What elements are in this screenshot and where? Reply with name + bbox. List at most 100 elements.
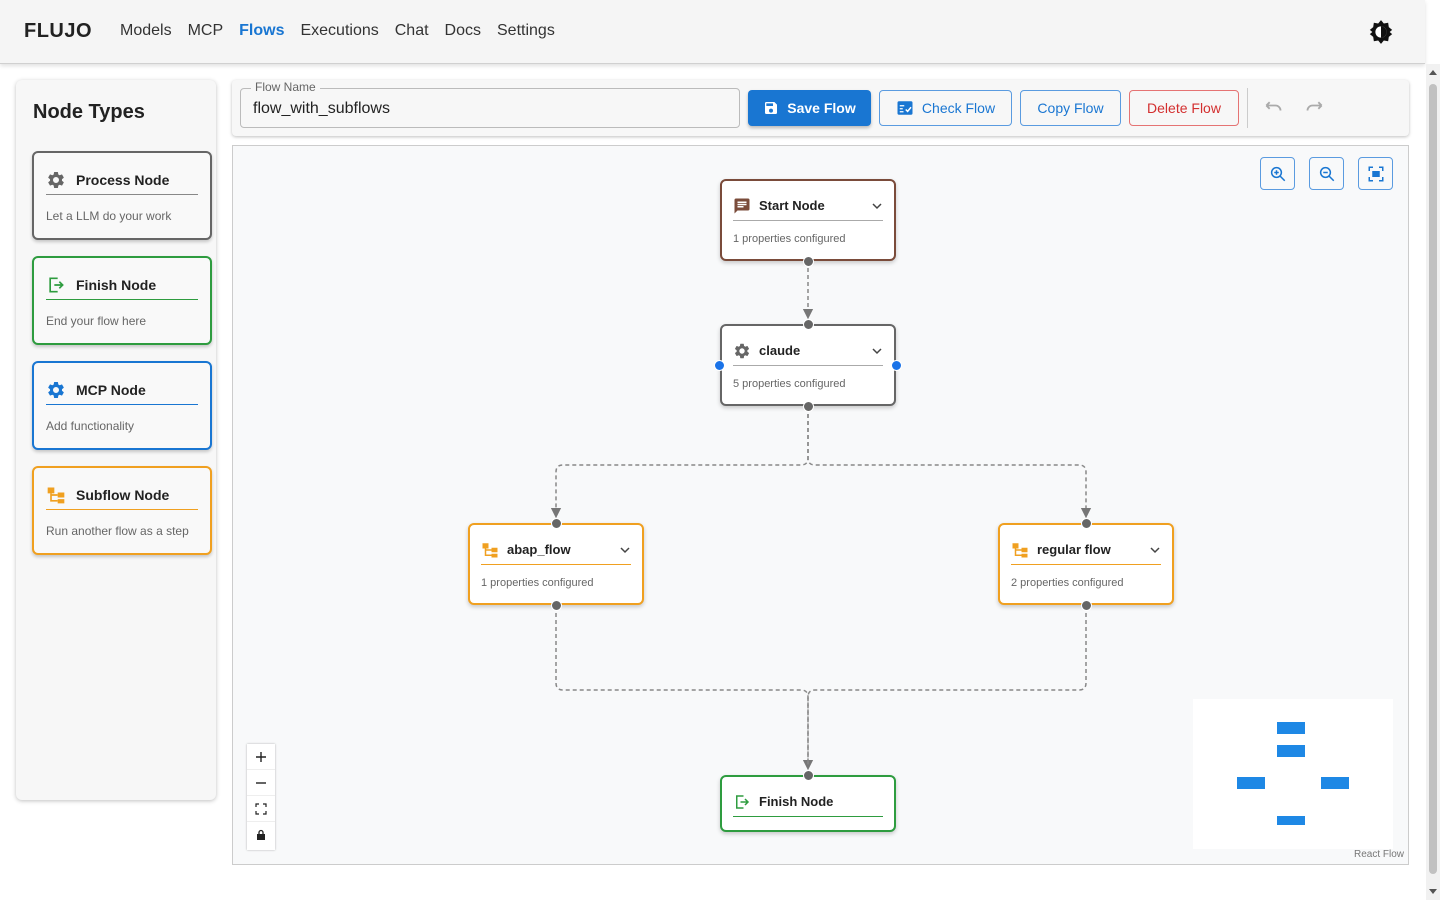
edge-regular-finish[interactable] [807, 606, 1087, 765]
gear-icon [48, 381, 64, 398]
control-zoom-in[interactable] [247, 744, 275, 770]
flow-node-claude[interactable]: claude 5 properties configured [714, 319, 902, 412]
zoom-in-icon [1270, 166, 1285, 181]
brand-logo[interactable]: FLUJO [24, 20, 92, 43]
minimap-node [1277, 745, 1305, 757]
target-handle[interactable] [1081, 518, 1092, 529]
chevron-down-icon[interactable] [619, 544, 631, 556]
right-handle[interactable] [891, 360, 902, 371]
minimap-node [1237, 777, 1265, 789]
node-types-sidebar: Node Types Process Node Let a LLM do you… [16, 80, 216, 800]
zoom-in-button[interactable] [1260, 157, 1295, 190]
zoom-out-button[interactable] [1309, 157, 1344, 190]
gear-icon [48, 171, 64, 188]
source-handle[interactable] [803, 401, 814, 412]
toolbar-divider [1247, 88, 1248, 128]
control-lock[interactable] [247, 822, 275, 848]
exit-icon [736, 794, 750, 809]
undo-icon[interactable] [1262, 98, 1284, 118]
nav-executions[interactable]: Executions [292, 20, 386, 42]
palette-subflow-node[interactable]: Subflow Node Run another flow as a step [32, 466, 212, 555]
check-flow-label: Check Flow [921, 100, 996, 116]
node-title: claude [759, 343, 801, 358]
scroll-thumb[interactable] [1429, 84, 1437, 874]
flow-toolbar: Flow Name Save Flow Check Flow Copy Flow… [232, 80, 1409, 136]
chevron-down-icon[interactable] [871, 345, 883, 357]
flow-node-abap-flow[interactable]: abap_flow 1 properties configured [468, 518, 644, 611]
node-subtitle: 1 properties configured [481, 577, 594, 589]
source-handle[interactable] [1081, 600, 1092, 611]
fit-view-icon [255, 802, 267, 815]
save-flow-button[interactable]: Save Flow [748, 90, 871, 126]
theme-toggle-icon[interactable] [1368, 19, 1394, 45]
flow-node-finish[interactable]: Finish Node [720, 770, 896, 832]
zoom-out-icon [1319, 166, 1334, 181]
nav-chat[interactable]: Chat [387, 20, 437, 42]
palette-process-node[interactable]: Process Node Let a LLM do your work [32, 151, 212, 240]
flow-node-start[interactable]: Start Node 1 properties configured [720, 179, 896, 267]
node-subtitle: 2 properties configured [1011, 577, 1124, 589]
palette-item-label: Process Node [76, 171, 170, 188]
plus-icon [256, 751, 266, 762]
scroll-down-arrow-icon[interactable] [1429, 889, 1437, 894]
save-icon [765, 102, 778, 114]
exit-icon [49, 277, 64, 292]
redo-icon[interactable] [1304, 98, 1326, 118]
checklist-icon [897, 101, 913, 115]
chevron-down-icon[interactable] [1149, 544, 1161, 556]
target-handle[interactable] [803, 770, 814, 781]
minimap[interactable] [1193, 699, 1393, 849]
copy-flow-button[interactable]: Copy Flow [1020, 90, 1121, 126]
chevron-down-icon[interactable] [871, 200, 883, 212]
subflow-icon [482, 542, 498, 557]
edge-claude-regular[interactable] [807, 407, 1092, 519]
nav-settings[interactable]: Settings [489, 20, 563, 42]
flow-node-regular-flow[interactable]: regular flow 2 properties configured [998, 518, 1174, 611]
scroll-up-arrow-icon[interactable] [1429, 70, 1437, 75]
source-handle[interactable] [551, 600, 562, 611]
nav-models[interactable]: Models [112, 20, 180, 42]
node-subtitle: 5 properties configured [733, 378, 846, 390]
target-handle[interactable] [803, 319, 814, 330]
nav-docs[interactable]: Docs [437, 20, 489, 42]
subflow-icon [1012, 542, 1028, 557]
page-scrollbar[interactable] [1426, 64, 1440, 900]
edge-abap-finish[interactable] [555, 606, 814, 771]
minimap-node [1277, 816, 1305, 825]
palette-item-desc: End your flow here [46, 314, 147, 328]
palette-mcp-node[interactable]: MCP Node Add functionality [32, 361, 212, 450]
flow-name-input[interactable] [253, 98, 723, 120]
palette-item-desc: Add functionality [46, 419, 135, 433]
flow-name-label: Flow Name [251, 80, 320, 94]
palette-item-label: Subflow Node [76, 486, 170, 503]
node-title: abap_flow [507, 542, 571, 557]
fit-view-button[interactable] [1358, 157, 1393, 190]
control-zoom-out[interactable] [247, 770, 275, 796]
control-fit-view[interactable] [247, 796, 275, 822]
minus-icon [256, 781, 266, 784]
nav-mcp[interactable]: MCP [180, 20, 232, 42]
node-title: Finish Node [759, 794, 834, 809]
subflow-icon [47, 487, 65, 503]
source-handle[interactable] [803, 256, 814, 267]
minimap-node [1321, 777, 1349, 789]
app-header: FLUJO Models MCP Flows Executions Chat D… [0, 0, 1425, 64]
lock-icon [257, 829, 265, 840]
edge-claude-abap[interactable] [550, 407, 809, 519]
react-flow-attribution[interactable]: React Flow [1354, 849, 1404, 860]
save-flow-label: Save Flow [787, 100, 856, 116]
flow-canvas[interactable]: Start Node 1 properties configured claud… [232, 145, 1409, 865]
nav-flows[interactable]: Flows [231, 20, 292, 42]
left-handle[interactable] [714, 360, 725, 371]
sidebar-title: Node Types [33, 101, 145, 123]
flow-name-field[interactable]: Flow Name [240, 80, 740, 128]
palette-finish-node[interactable]: Finish Node End your flow here [32, 256, 212, 345]
chat-icon [734, 198, 750, 213]
palette-item-label: Finish Node [76, 276, 157, 293]
target-handle[interactable] [551, 518, 562, 529]
node-title: regular flow [1037, 542, 1111, 557]
palette-item-desc: Let a LLM do your work [46, 209, 172, 223]
fit-screen-icon [1368, 166, 1383, 181]
check-flow-button[interactable]: Check Flow [879, 90, 1012, 126]
delete-flow-button[interactable]: Delete Flow [1129, 90, 1239, 126]
